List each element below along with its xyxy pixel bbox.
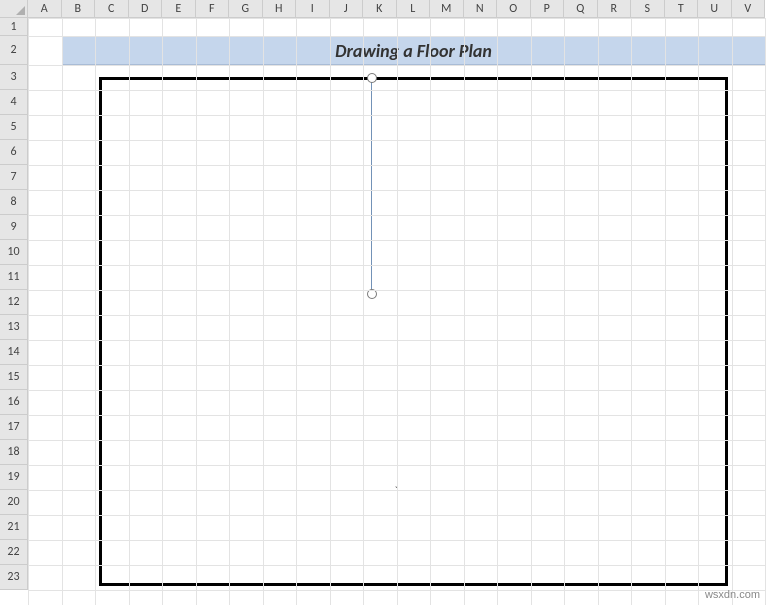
row-header[interactable]: 19 bbox=[0, 465, 28, 490]
shape-handle-top[interactable] bbox=[367, 73, 377, 83]
row-header[interactable]: 13 bbox=[0, 315, 28, 340]
row-header[interactable]: 21 bbox=[0, 515, 28, 540]
row-header[interactable]: 7 bbox=[0, 165, 28, 190]
spreadsheet-viewport: A B C D E F G H I J K L M N O P Q R S T … bbox=[0, 0, 766, 605]
interior-wall-line-shape[interactable] bbox=[371, 78, 372, 294]
col-header[interactable]: B bbox=[62, 0, 96, 18]
row-header[interactable]: 2 bbox=[0, 36, 28, 65]
row-header[interactable]: 17 bbox=[0, 415, 28, 440]
row-header[interactable]: 3 bbox=[0, 65, 28, 90]
row-header[interactable]: 11 bbox=[0, 265, 28, 290]
col-header[interactable]: I bbox=[296, 0, 330, 18]
col-header[interactable]: U bbox=[698, 0, 732, 18]
col-header[interactable]: V bbox=[732, 0, 766, 18]
row-header[interactable]: 23 bbox=[0, 565, 28, 590]
row-header[interactable]: 10 bbox=[0, 240, 28, 265]
row-header[interactable]: 6 bbox=[0, 140, 28, 165]
col-header[interactable]: C bbox=[95, 0, 129, 18]
col-header[interactable]: N bbox=[464, 0, 498, 18]
row-header[interactable]: 8 bbox=[0, 190, 28, 215]
watermark-text: wsxdn.com bbox=[705, 589, 760, 601]
col-header[interactable]: E bbox=[162, 0, 196, 18]
title-text: Drawing a Floor Plan bbox=[335, 40, 492, 62]
row-header[interactable]: 5 bbox=[0, 115, 28, 140]
row-header[interactable]: 1 bbox=[0, 18, 28, 36]
col-header[interactable]: A bbox=[28, 0, 62, 18]
col-header[interactable]: F bbox=[196, 0, 230, 18]
col-header[interactable]: T bbox=[665, 0, 699, 18]
row-header[interactable]: 18 bbox=[0, 440, 28, 465]
floor-plan-rectangle-shape[interactable] bbox=[99, 77, 728, 586]
row-header[interactable]: 15 bbox=[0, 365, 28, 390]
col-header[interactable]: G bbox=[229, 0, 263, 18]
row-header[interactable]: 12 bbox=[0, 290, 28, 315]
col-header[interactable]: L bbox=[397, 0, 431, 18]
col-header[interactable]: Q bbox=[564, 0, 598, 18]
col-header[interactable]: K bbox=[363, 0, 397, 18]
row-header[interactable]: 14 bbox=[0, 340, 28, 365]
row-header[interactable]: 4 bbox=[0, 90, 28, 115]
col-header[interactable]: M bbox=[430, 0, 464, 18]
col-header[interactable]: J bbox=[330, 0, 364, 18]
col-header[interactable]: H bbox=[263, 0, 297, 18]
col-header[interactable]: S bbox=[631, 0, 665, 18]
col-header[interactable]: D bbox=[129, 0, 163, 18]
row-header[interactable]: 9 bbox=[0, 215, 28, 240]
col-header[interactable]: P bbox=[531, 0, 565, 18]
col-header[interactable]: R bbox=[598, 0, 632, 18]
title-merged-cell[interactable]: Drawing a Floor Plan bbox=[62, 36, 766, 65]
cell-grid[interactable]: Drawing a Floor Plan ` bbox=[28, 18, 766, 605]
row-header[interactable]: 16 bbox=[0, 390, 28, 415]
row-headers: 1 2 3 4 5 6 7 8 9 10 11 12 13 14 15 16 1… bbox=[0, 18, 28, 590]
col-header[interactable]: O bbox=[497, 0, 531, 18]
row-header[interactable]: 22 bbox=[0, 540, 28, 565]
column-headers: A B C D E F G H I J K L M N O P Q R S T … bbox=[28, 0, 765, 18]
row-header[interactable]: 20 bbox=[0, 490, 28, 515]
select-all-corner[interactable] bbox=[0, 0, 28, 18]
